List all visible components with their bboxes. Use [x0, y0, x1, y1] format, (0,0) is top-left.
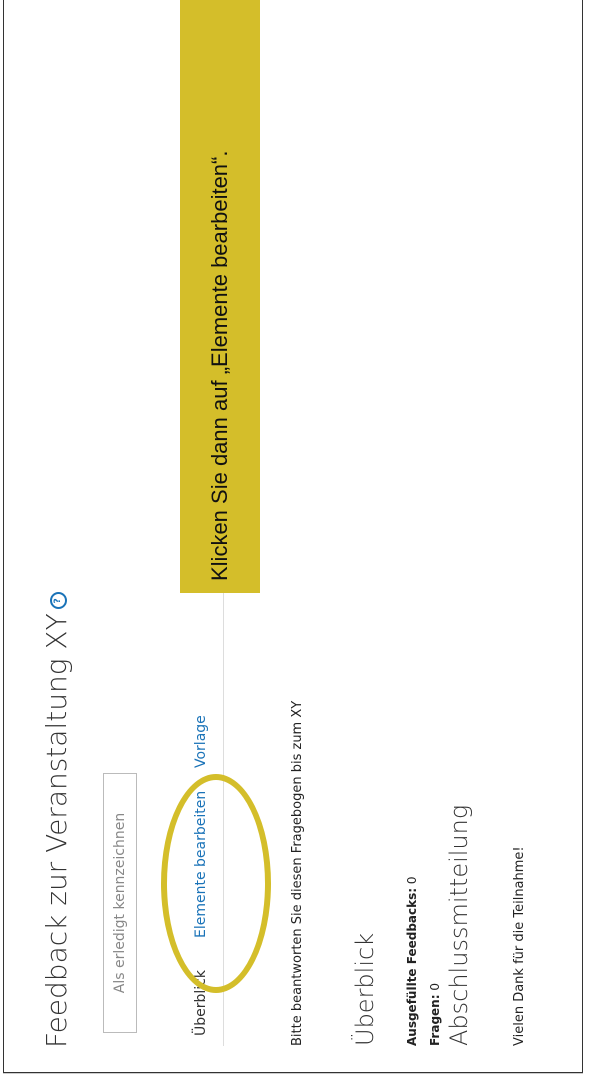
final-message-heading: Abschlussmitteilung — [445, 804, 473, 1046]
intro-text: Bitte beantworten Sie diesen Fragebogen … — [290, 700, 305, 1046]
tab-templates[interactable]: Vorlage — [193, 707, 209, 776]
rotated-screenshot: Feedback zur Veranstaltung XY? Als erled… — [0, 0, 589, 1091]
stat-value: 0 — [428, 983, 442, 991]
stat-feedbacks: Ausgefüllte Feedbacks: 0 — [405, 876, 419, 1046]
help-icon[interactable]: ? — [49, 592, 67, 610]
stat-label: Ausgefüllte Feedbacks: — [405, 887, 419, 1046]
overview-heading: Überblick — [351, 932, 379, 1046]
stat-label: Fragen: — [428, 994, 442, 1046]
thanks-text: Vielen Dank für die Teilnahme! — [512, 846, 527, 1046]
mark-done-button[interactable]: Als erledigt kennzeichnen — [103, 773, 137, 1033]
stat-value: 0 — [405, 876, 419, 885]
instruction-callout: Klicken Sie dann auf „Elemente bearbeite… — [180, 0, 260, 593]
page-title: Feedback zur Veranstaltung XY? — [40, 592, 73, 1048]
highlight-ellipse — [161, 774, 271, 993]
stat-questions: Fragen: 0 — [428, 983, 442, 1046]
